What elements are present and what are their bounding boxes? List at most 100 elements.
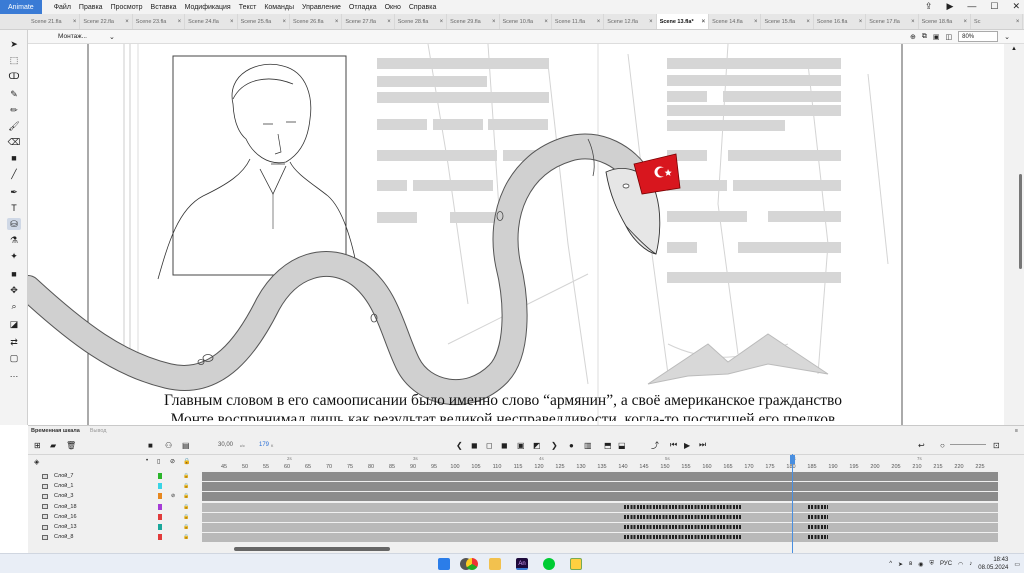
more-tools-icon[interactable]: … [7,368,21,380]
document-tab[interactable]: Scene 29.fla × [447,14,500,29]
tween-icon[interactable]: ⬒ [604,441,612,450]
keyframe-run[interactable] [624,504,742,509]
highlight-icon[interactable]: • [146,458,148,464]
menu-item[interactable]: Правка [75,4,107,11]
loop-icon[interactable]: ⤴ [651,440,659,451]
layer-row[interactable]: Слой_3 ⊘ 🔒 [28,491,1024,502]
tab-close-icon[interactable]: × [387,19,391,25]
zoom-chevron-icon[interactable]: ⌄ [1004,33,1010,41]
delete-layer-icon[interactable]: 🗑 [66,441,76,450]
wifi-icon[interactable]: ◠ [958,561,963,568]
lock-icon[interactable]: 🔒 [183,473,189,479]
bluetooth-icon[interactable]: ʙ [909,561,912,567]
document-tab[interactable]: Scene 21.fla × [28,14,81,29]
new-folder-icon[interactable]: ▰ [50,441,56,450]
outline-toggle-icon[interactable]: ▯ [157,458,160,465]
layer-name[interactable]: Слой_1 [54,483,74,489]
layer-row[interactable]: Слой_18 🔒 [28,502,1024,512]
layer-color-swatch[interactable] [158,483,162,490]
prev-keyframe-icon[interactable]: ❮ [456,441,463,450]
document-tab[interactable]: Scene 10.fla × [500,14,552,29]
next-keyframe-icon[interactable]: ❯ [551,441,558,450]
layer-row[interactable]: Слой_13 🔒 [28,522,1024,532]
layer-color-swatch[interactable] [158,493,162,500]
keyframe-run[interactable] [624,535,742,540]
document-tab[interactable]: Scene 22.fla × [80,14,133,29]
layer-frames[interactable] [202,502,998,512]
layer-row[interactable]: Слой_16 🔒 [28,512,1024,522]
tab-close-icon[interactable]: × [964,19,968,25]
asset-warp-icon[interactable]: ✥ [7,284,21,296]
menu-item[interactable]: Просмотр [107,4,147,11]
layer-depth-icon[interactable]: ▤ [182,441,190,450]
menu-item[interactable]: Управление [298,4,345,11]
eraser-icon[interactable]: ⌫ [7,136,21,148]
layer-color-swatch[interactable] [158,503,162,510]
free-transform-icon[interactable]: ⬚ [7,54,21,66]
layer-frames[interactable] [202,492,998,502]
keyframe-run[interactable] [808,514,828,519]
last-frame-icon[interactable]: ⏭ [699,440,706,450]
menu-item[interactable]: Файл [50,4,75,11]
keyframe-run[interactable] [808,504,828,509]
center-stage-icon[interactable]: ⊕ [910,33,916,41]
panel-menu-icon[interactable]: ≡ [1015,428,1018,434]
fit-icon[interactable]: ◫ [946,33,953,41]
layer-color-swatch[interactable] [158,513,162,520]
menu-item[interactable]: Модификация [181,4,235,11]
menu-item[interactable]: Текст [235,4,261,11]
fit-timeline-icon[interactable]: ⊡ [993,441,1000,450]
tab-close-icon[interactable]: × [230,19,234,25]
scene-label[interactable]: Монтаж... [58,33,87,40]
tab-close-icon[interactable]: × [597,19,601,25]
lock-toggle-icon[interactable]: 🔒 [183,458,190,465]
keyframe-run[interactable] [808,524,828,529]
layer-name[interactable]: Слой_18 [54,504,77,510]
document-tab[interactable]: Scene 28.fla × [395,14,448,29]
layer-name[interactable]: Слой_3 [54,493,74,499]
chrome-icon[interactable] [466,558,478,570]
camera-icon[interactable]: ■ [7,268,21,280]
undo-history-icon[interactable]: ↩ [918,441,925,450]
zoom-icon[interactable]: ⌕ [7,300,21,312]
document-tab[interactable]: Scene 26.fla × [290,14,343,29]
remove-frame-icon[interactable]: ◩ [533,441,541,450]
document-tab[interactable]: Scene 23.fla × [133,14,186,29]
tab-close-icon[interactable]: × [125,19,129,25]
animate-app-icon[interactable]: An [516,558,528,570]
playhead-marker[interactable] [790,455,795,464]
keyframe-run[interactable] [624,524,742,529]
vertical-scroll-thumb[interactable] [1019,174,1022,269]
clear-keyframe-icon[interactable]: ◼ [501,441,508,450]
document-tab[interactable]: Scene 17.fla × [866,14,919,29]
visibility-toggle-icon[interactable]: ⊘ [170,458,175,465]
layer-row[interactable]: Слой_7 🔒 [28,471,1024,481]
document-tab[interactable]: Scene 24.fla × [185,14,238,29]
first-frame-icon[interactable]: ⏮ [670,440,677,450]
timeline-horizontal-scroll[interactable] [234,547,390,551]
lock-icon[interactable]: 🔒 [183,534,189,540]
stage[interactable] [28,44,1004,425]
document-tab[interactable]: Scene 16.fla × [814,14,867,29]
document-tab[interactable]: Scene 11.fla × [552,14,605,29]
layer-name[interactable]: Слой_13 [54,524,77,530]
layer-color-swatch[interactable] [158,473,162,480]
stroke-color-icon[interactable]: ◪ [7,318,21,330]
layer-frames[interactable] [202,512,998,522]
tab-close-icon[interactable]: × [649,19,653,25]
pen-icon[interactable]: ✒ [7,186,21,198]
tab-timeline[interactable]: Временная шкала [31,428,80,434]
document-tab[interactable]: Scene 15.fla × [761,14,814,29]
chevron-down-icon[interactable]: ⌄ [109,33,115,41]
layer-frames[interactable] [202,522,998,532]
onion-outline-icon[interactable]: ▥ [584,441,592,450]
insert-frame-icon[interactable]: ▣ [517,441,525,450]
text-icon[interactable]: T [7,202,21,214]
edit-multiple-icon[interactable]: ⬓ [618,441,626,450]
vertical-scrollbar[interactable]: ▲ [1004,44,1024,425]
security-icon[interactable]: ⛨ [930,561,935,568]
tab-close-icon[interactable]: × [544,19,548,25]
menu-item[interactable]: Отладка [345,4,381,11]
media-app-icon[interactable] [570,558,582,570]
zoom-slider-knob-icon[interactable]: ○ [940,441,945,450]
